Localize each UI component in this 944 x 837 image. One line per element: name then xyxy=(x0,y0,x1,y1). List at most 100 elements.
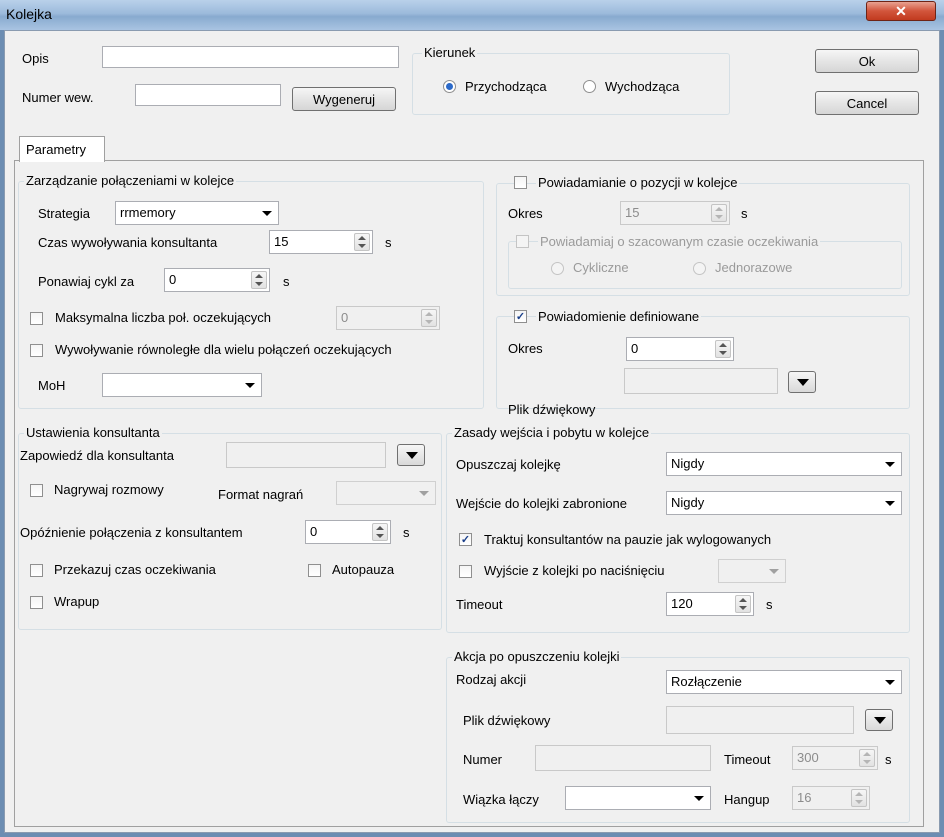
akcja-plik-dropdown-button[interactable] xyxy=(865,709,893,731)
moh-select[interactable] xyxy=(102,373,262,397)
wejscie-value: Nigdy xyxy=(671,495,705,510)
akcja-title: Akcja po opuszczeniu kolejki xyxy=(452,649,622,664)
radio-cykliczne[interactable] xyxy=(551,262,564,275)
title-bar xyxy=(0,0,944,30)
zapowiedz-field[interactable] xyxy=(226,442,386,468)
format-label: Format nagrań xyxy=(218,487,304,502)
tab-parametry[interactable]: Parametry xyxy=(19,136,105,162)
ponawiaj-spinner[interactable]: 0 xyxy=(164,268,270,292)
def-plik-field[interactable] xyxy=(624,368,778,394)
cancel-button[interactable]: Cancel xyxy=(815,91,919,115)
numer-wew-label: Numer wew. xyxy=(22,90,94,105)
powiadamianie-pozycji-checkbox[interactable] xyxy=(514,176,527,189)
opis-label: Opis xyxy=(22,51,49,66)
autopauza-checkbox[interactable] xyxy=(308,564,321,577)
akcja-timeout-label: Timeout xyxy=(724,752,771,767)
chevron-down-icon xyxy=(262,211,272,216)
def-okres-spinner[interactable]: 0 xyxy=(626,337,734,361)
radio-jednorazowe[interactable] xyxy=(693,262,706,275)
akcja-plik-field[interactable] xyxy=(666,706,854,734)
wiazka-select[interactable] xyxy=(565,786,711,810)
radio-wychodzaca-label: Wychodząca xyxy=(605,79,680,94)
close-icon: ✕ xyxy=(895,2,907,19)
chevron-down-icon xyxy=(885,501,895,506)
zasady-timeout-label: Timeout xyxy=(456,597,503,612)
zasady-timeout-unit: s xyxy=(766,597,773,612)
opuszczaj-select[interactable]: Nigdy xyxy=(666,452,902,476)
wyjscie-label: Wyjście z kolejki po naciśnięciu xyxy=(484,563,665,578)
ok-button[interactable]: Ok xyxy=(815,49,919,73)
spin-arrows-icon[interactable] xyxy=(735,595,751,613)
def-okres-label: Okres xyxy=(508,341,543,356)
akcja-timeout-spinner[interactable]: 300 xyxy=(792,746,878,770)
def-plik-label: Plik dźwiękowy xyxy=(508,402,596,417)
chevron-down-icon xyxy=(419,491,429,496)
spin-arrows-icon[interactable] xyxy=(851,789,867,807)
radio-przychodzaca-label: Przychodząca xyxy=(465,79,547,94)
strategia-select[interactable]: rrmemory xyxy=(115,201,279,225)
hangup-value: 16 xyxy=(797,790,812,805)
akcja-numer-label: Numer xyxy=(463,752,503,767)
wiazka-label: Wiązka łączy xyxy=(463,792,539,807)
ponawiaj-unit: s xyxy=(283,274,290,289)
akcja-numer-field[interactable] xyxy=(535,745,711,771)
okres-unit: s xyxy=(741,206,748,221)
maks-spinner[interactable]: 0 xyxy=(336,306,440,330)
spin-arrows-icon[interactable] xyxy=(372,523,388,541)
chevron-down-icon xyxy=(694,796,704,801)
rownolegle-checkbox[interactable] xyxy=(30,344,43,357)
wejscie-label: Wejście do kolejki zabronione xyxy=(456,496,628,511)
spin-arrows-icon[interactable] xyxy=(354,233,370,251)
autopauza-label: Autopauza xyxy=(332,562,395,577)
powiadomienie-def-checkbox[interactable]: ✓ xyxy=(514,310,527,323)
przekazuj-checkbox[interactable] xyxy=(30,564,43,577)
wyjscie-checkbox[interactable] xyxy=(459,565,472,578)
nagrywaj-checkbox[interactable] xyxy=(30,484,43,497)
spin-arrows-icon[interactable] xyxy=(711,204,727,222)
opuszczaj-value: Nigdy xyxy=(671,456,705,471)
przekazuj-label: Przekazuj czas oczekiwania xyxy=(54,562,216,577)
szacowany-label: Powiadamiaj o szacowanym czasie oczekiwa… xyxy=(538,234,821,249)
ponawiaj-value: 0 xyxy=(169,272,177,287)
wejscie-select[interactable]: Nigdy xyxy=(666,491,902,515)
okres-value: 15 xyxy=(625,205,640,220)
spin-arrows-icon[interactable] xyxy=(715,340,731,358)
okres-spinner-disabled[interactable]: 15 xyxy=(620,201,730,225)
maks-checkbox[interactable] xyxy=(30,312,43,325)
def-plik-dropdown-button[interactable] xyxy=(788,371,816,393)
wygeneruj-button[interactable]: Wygeneruj xyxy=(292,87,396,111)
szacowany-checkbox[interactable] xyxy=(516,235,529,248)
zarzadzanie-title: Zarządzanie połączeniami w kolejce xyxy=(24,173,237,188)
close-button[interactable]: ✕ xyxy=(866,1,936,21)
wyjscie-select[interactable] xyxy=(718,559,786,583)
format-select[interactable] xyxy=(336,481,436,505)
rodzaj-select[interactable]: Rozłączenie xyxy=(666,670,902,694)
opoznienie-unit: s xyxy=(403,525,410,540)
wrapup-checkbox[interactable] xyxy=(30,596,43,609)
spin-arrows-icon[interactable] xyxy=(859,749,875,767)
zapowiedz-dropdown-button[interactable] xyxy=(397,444,425,466)
radio-przychodzaca[interactable] xyxy=(443,80,456,93)
radio-wychodzaca[interactable] xyxy=(583,80,596,93)
powiadamianie-pozycji-title: Powiadamianie o pozycji w kolejce xyxy=(536,175,740,190)
konsultant-title: Ustawienia konsultanta xyxy=(24,425,162,440)
zapowiedz-label: Zapowiedź dla konsultanta xyxy=(20,448,174,463)
nagrywaj-label: Nagrywaj rozmowy xyxy=(54,482,164,497)
opoznienie-spinner[interactable]: 0 xyxy=(305,520,391,544)
traktuj-label: Traktuj konsultantów na pauzie jak wylog… xyxy=(484,532,772,547)
czas-spinner[interactable]: 15 xyxy=(269,230,373,254)
powiadomienie-def-title: Powiadomienie definiowane xyxy=(536,309,702,324)
hangup-label: Hangup xyxy=(724,792,770,807)
spin-arrows-icon[interactable] xyxy=(421,309,437,327)
zasady-timeout-spinner[interactable]: 120 xyxy=(666,592,754,616)
radio-jednorazowe-label: Jednorazowe xyxy=(715,260,793,275)
opis-input[interactable] xyxy=(102,46,399,68)
powiadomienie-def-group xyxy=(496,316,910,409)
akcja-timeout-unit: s xyxy=(885,752,892,767)
spin-arrows-icon[interactable] xyxy=(251,271,267,289)
hangup-spinner[interactable]: 16 xyxy=(792,786,870,810)
rodzaj-label: Rodzaj akcji xyxy=(456,672,527,687)
maks-label: Maksymalna liczba poł. oczekujących xyxy=(55,310,272,325)
numer-wew-input[interactable] xyxy=(135,84,281,106)
traktuj-checkbox[interactable]: ✓ xyxy=(459,533,472,546)
